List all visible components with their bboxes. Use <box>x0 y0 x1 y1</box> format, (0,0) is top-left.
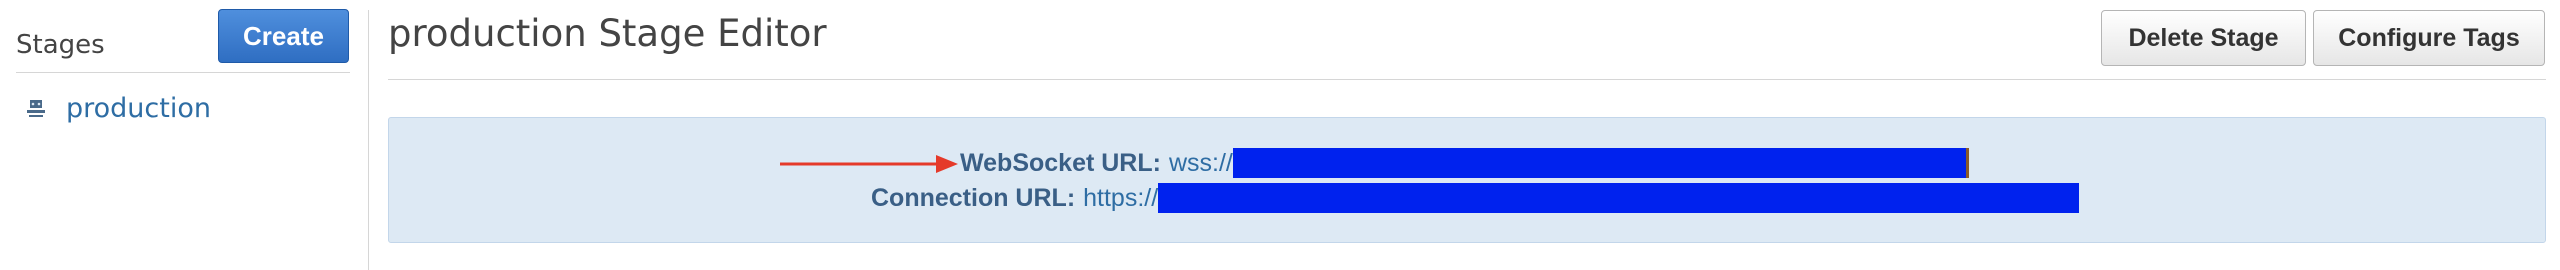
stages-panel: Stages Create production <box>0 0 368 270</box>
annotation-arrow-icon <box>780 155 958 173</box>
redacted-websocket-url <box>1232 148 1969 178</box>
connection-url-row: Connection URL: https:// <box>871 180 2080 216</box>
websocket-url-value[interactable]: wss:// <box>1169 149 1233 178</box>
stages-title: Stages <box>16 30 105 60</box>
divider <box>16 72 350 73</box>
websocket-url-row: WebSocket URL: wss:// <box>960 145 1969 181</box>
header-divider <box>388 79 2546 80</box>
page-title: production Stage Editor <box>388 12 827 55</box>
stage-icon <box>24 96 48 120</box>
redacted-connection-url <box>1158 183 2080 213</box>
stage-item-label: production <box>66 92 211 124</box>
panel-divider <box>368 10 369 270</box>
connection-url-label: Connection URL: <box>871 183 1076 212</box>
websocket-url-label: WebSocket URL: <box>960 148 1161 177</box>
stage-item-production[interactable]: production <box>24 88 211 128</box>
delete-stage-button[interactable]: Delete Stage <box>2101 10 2306 66</box>
connection-url-value[interactable]: https:// <box>1083 184 1158 213</box>
configure-tags-button[interactable]: Configure Tags <box>2313 10 2545 66</box>
create-button[interactable]: Create <box>218 9 349 63</box>
